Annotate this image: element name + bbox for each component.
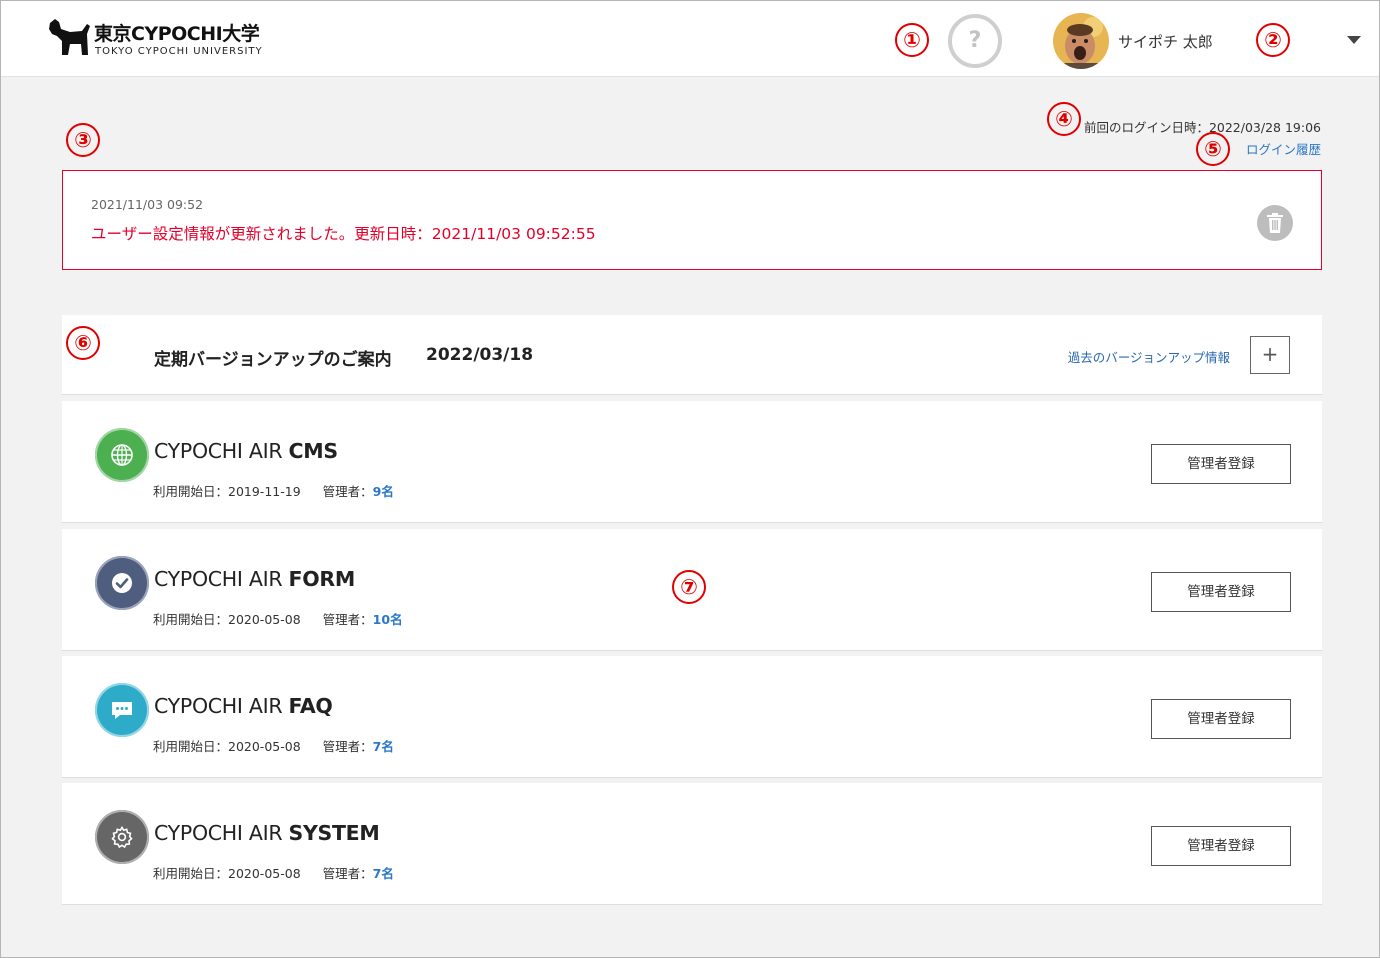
admin-count-link[interactable]: 10名 <box>373 612 403 627</box>
service-name: CYPOCHI AIR SYSTEM <box>154 821 380 845</box>
delete-notification-button[interactable] <box>1257 205 1293 241</box>
service-card-cms: CYPOCHI AIR CMS 利用開始日：2019-11-19 管理者：9名 管… <box>62 401 1322 523</box>
logo-name: 東京CYPOCHI大学 <box>94 23 260 45</box>
user-menu-toggle[interactable] <box>1339 29 1367 51</box>
service-icon-cms <box>92 425 149 482</box>
annotation-marker-3: ③ <box>66 123 100 157</box>
service-name: CYPOCHI AIR CMS <box>154 439 338 463</box>
admin-count-link[interactable]: 7名 <box>373 866 394 881</box>
annotation-marker-7: ⑦ <box>672 570 706 604</box>
service-icon-form <box>92 553 149 610</box>
annotation-marker-5: ⑤ <box>1196 132 1230 166</box>
annotation-marker-2: ② <box>1256 23 1290 57</box>
service-meta: 利用開始日：2020-05-08 管理者：7名 <box>153 739 394 754</box>
annotation-marker-4: ④ <box>1047 102 1081 136</box>
service-card-system: CYPOCHI AIR SYSTEM 利用開始日：2020-05-08 管理者：7… <box>62 783 1322 905</box>
version-update-date: 2022/03/18 <box>426 345 534 365</box>
check-icon <box>112 573 132 593</box>
caret-down-icon <box>1347 36 1361 44</box>
service-name: CYPOCHI AIR FORM <box>154 567 355 591</box>
past-version-link[interactable]: 過去のバージョンアップ情報 <box>1068 347 1230 366</box>
user-photo <box>1053 13 1109 69</box>
last-login-info: 前回のログイン日時：2022/03/28 19:06 <box>1083 120 1321 135</box>
notification-date: 2021/11/03 09:52 <box>91 197 204 212</box>
version-update-card: ⑥ 定期バージョンアップのご案内 2022/03/18 過去のバージョンアップ情… <box>62 315 1322 395</box>
login-history-link[interactable]: ログイン履歴 <box>1246 139 1321 158</box>
service-meta: 利用開始日：2020-05-08 管理者：10名 <box>153 612 403 627</box>
expand-button[interactable]: + <box>1250 336 1290 374</box>
user-name[interactable]: サイポチ 太郎 <box>1118 31 1213 52</box>
admin-count-link[interactable]: 9名 <box>373 484 394 499</box>
annotation-marker-1: ① <box>895 23 929 57</box>
service-icon-faq <box>92 680 149 737</box>
chat-icon <box>112 702 132 719</box>
header: 東京CYPOCHI大学 TOKYO CYPOCHI UNIVERSITY ① ?… <box>1 1 1379 77</box>
admin-register-button[interactable]: 管理者登録 <box>1151 572 1291 612</box>
service-name: CYPOCHI AIR FAQ <box>154 694 333 718</box>
service-icon-system <box>92 807 149 864</box>
service-card-faq: CYPOCHI AIR FAQ 利用開始日：2020-05-08 管理者：7名 管… <box>62 656 1322 778</box>
service-meta: 利用開始日：2019-11-19 管理者：9名 <box>153 484 394 499</box>
version-update-title: 定期バージョンアップのご案内 <box>154 350 392 370</box>
service-meta: 利用開始日：2020-05-08 管理者：7名 <box>153 866 394 881</box>
logo-subtitle: TOKYO CYPOCHI UNIVERSITY <box>95 46 263 57</box>
admin-count-link[interactable]: 7名 <box>373 739 394 754</box>
globe-icon <box>111 444 133 466</box>
dog-logo-icon <box>49 19 90 55</box>
trash-icon <box>1267 213 1283 233</box>
annotation-marker-6: ⑥ <box>66 326 100 360</box>
admin-register-button[interactable]: 管理者登録 <box>1151 444 1291 484</box>
admin-register-button[interactable]: 管理者登録 <box>1151 826 1291 866</box>
university-logo[interactable]: 東京CYPOCHI大学 TOKYO CYPOCHI UNIVERSITY <box>46 16 276 62</box>
admin-register-button[interactable]: 管理者登録 <box>1151 699 1291 739</box>
avatar[interactable] <box>1053 13 1109 69</box>
notification-panel: 2021/11/03 09:52 ユーザー設定情報が更新されました。更新日時：2… <box>62 170 1322 270</box>
notification-message: ユーザー設定情報が更新されました。更新日時：2021/11/03 09:52:5… <box>91 225 596 243</box>
help-button[interactable]: ? <box>948 14 1002 68</box>
gear-icon <box>111 825 133 849</box>
service-card-form: CYPOCHI AIR FORM 利用開始日：2020-05-08 管理者：10名… <box>62 529 1322 651</box>
